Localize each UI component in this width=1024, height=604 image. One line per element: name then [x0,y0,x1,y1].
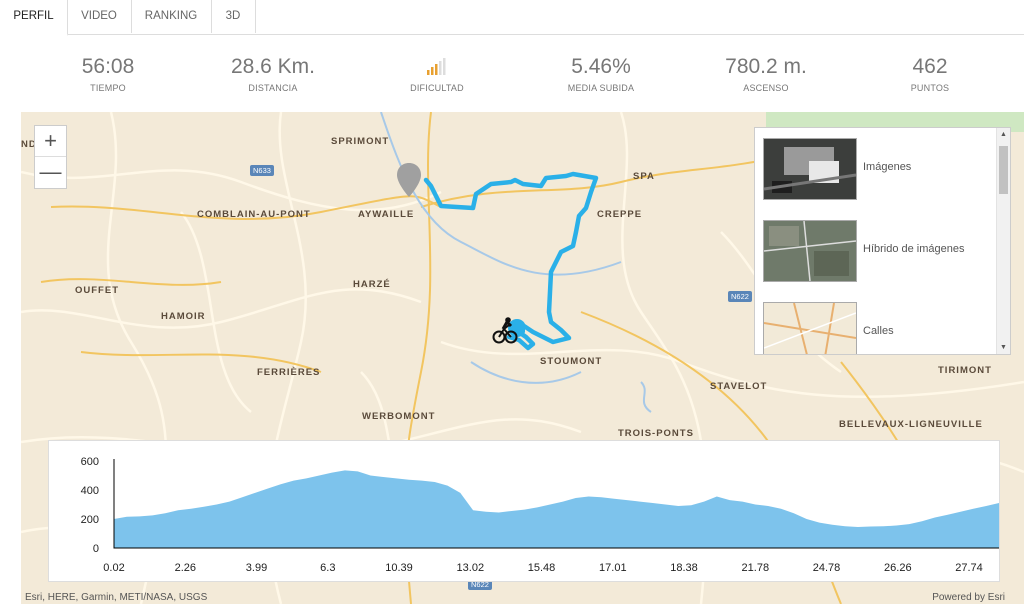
y-tick-label: 200 [81,514,99,526]
x-tick-label: 6.3 [320,562,335,574]
scroll-up-icon[interactable]: ▲ [997,131,1010,138]
x-tick-label: 17.01 [599,562,627,574]
town-label: BELLEVAUX-LIGNEUVILLE [839,419,983,430]
town-label: STAVELOT [710,381,768,392]
town-label: TIRIMONT [938,365,992,376]
tab-3d[interactable]: 3D [211,0,256,33]
y-tick-label: 400 [81,485,99,497]
basemap-hybrid[interactable]: Híbrido de imágenes [763,220,993,282]
stat-dificultad: DIFICULTAD [362,54,512,93]
basemap-streets[interactable]: Calles [763,302,993,354]
stat-ascenso: 780.2 m. ASCENSO [691,54,841,93]
x-tick-label: 10.39 [385,562,413,574]
town-label: STOUMONT [540,356,603,367]
road-number: N622 [728,291,752,302]
difficulty-bars-icon [362,54,512,80]
basemap-label: Imágenes [863,161,912,173]
basemap-gallery: Imágenes Híbrido de imágenes Calles ▲ ▼ [754,127,1011,355]
start-pin-icon[interactable] [396,162,422,198]
x-tick-label: 13.02 [457,562,485,574]
town-label: WERBOMONT [362,411,436,422]
town-label: SPRIMONT [331,136,390,147]
road-number: N633 [250,165,274,176]
x-tick-label: 21.78 [742,562,770,574]
stat-distancia: 28.6 Km. DISTANCIA [198,54,348,93]
x-tick-label: 3.99 [246,562,267,574]
basemap-scrollbar[interactable]: ▲ ▼ [996,128,1010,354]
stat-media-label: MEDIA SUBIDA [567,83,635,93]
stat-distancia-value: 28.6 Km. [230,55,316,78]
imagery-thumbnail [763,138,857,200]
x-tick-label: 2.26 [175,562,196,574]
cyclist-icon [492,317,525,344]
y-tick-label: 600 [81,456,99,468]
map-attribution: Esri, HERE, Garmin, METI/NASA, USGS [25,592,208,603]
town-label: TROIS-PONTS [618,428,694,439]
scrollbar-thumb[interactable] [999,146,1008,194]
town-label: CREPPE [597,209,643,220]
town-label: OUFFET [75,285,119,296]
tab-ranking[interactable]: RANKING [131,0,212,33]
zoom-control: + — [34,125,67,189]
elevation-chart: 0 200 400 600 0.02 2.26 3.99 6.3 10.39 13.02 15.48… [48,440,1000,582]
stat-ascenso-label: ASCENSO [743,83,789,93]
zoom-in-button[interactable]: + [35,126,66,157]
basemap-label: Híbrido de imágenes [863,243,965,255]
stat-media: 5.46% MEDIA SUBIDA [526,54,676,93]
x-tick-label: 0.02 [103,562,124,574]
town-label: HAMOIR [161,311,206,322]
tab-bar: PERFIL VIDEO RANKING 3D [0,0,1024,36]
stat-puntos-value: 462 [912,55,948,78]
stat-ascenso-value: 780.2 m. [725,55,807,78]
basemap-imagery[interactable]: Imágenes [763,138,993,200]
town-label: COMBLAIN-AU-PONT [197,209,311,220]
route-map[interactable]: SPRIMONT SPA AYWAILLE COMBLAIN-AU-PONT C… [21,112,1024,604]
town-label: HARZÉ [353,279,391,290]
x-tick-label: 26.26 [884,562,912,574]
stat-tiempo-label: TIEMPO [90,83,126,93]
tab-video[interactable]: VIDEO [67,0,132,33]
town-label: SPA [633,171,655,182]
powered-by-esri: Powered by Esri [932,592,1005,603]
basemap-label: Calles [863,325,894,337]
stat-tiempo-value: 56:08 [81,55,135,78]
x-tick-label: 24.78 [813,562,841,574]
elevation-chart-svg: 0 200 400 600 0.02 2.26 3.99 6.3 10.39 13.02 15.48… [81,456,999,574]
stat-dificultad-label: DIFICULTAD [410,83,464,93]
hybrid-thumbnail [763,220,857,282]
zoom-out-button[interactable]: — [35,157,66,187]
scroll-down-icon[interactable]: ▼ [997,344,1010,351]
elevation-area [114,470,999,548]
x-tick-label: 15.48 [528,562,556,574]
stat-media-value: 5.46% [571,55,631,78]
stat-puntos-label: PUNTOS [910,83,950,93]
tab-perfil[interactable]: PERFIL [0,0,68,36]
town-label: FERRIÈRES [257,367,321,378]
streets-thumbnail [763,302,857,354]
y-tick-label: 0 [93,543,99,555]
x-tick-label: 27.74 [955,562,983,574]
stat-distancia-label: DISTANCIA [248,83,298,93]
stat-puntos: 462 PUNTOS [855,54,1005,93]
stat-tiempo: 56:08 TIEMPO [33,54,183,93]
town-label: AYWAILLE [358,209,415,220]
x-tick-label: 18.38 [670,562,698,574]
